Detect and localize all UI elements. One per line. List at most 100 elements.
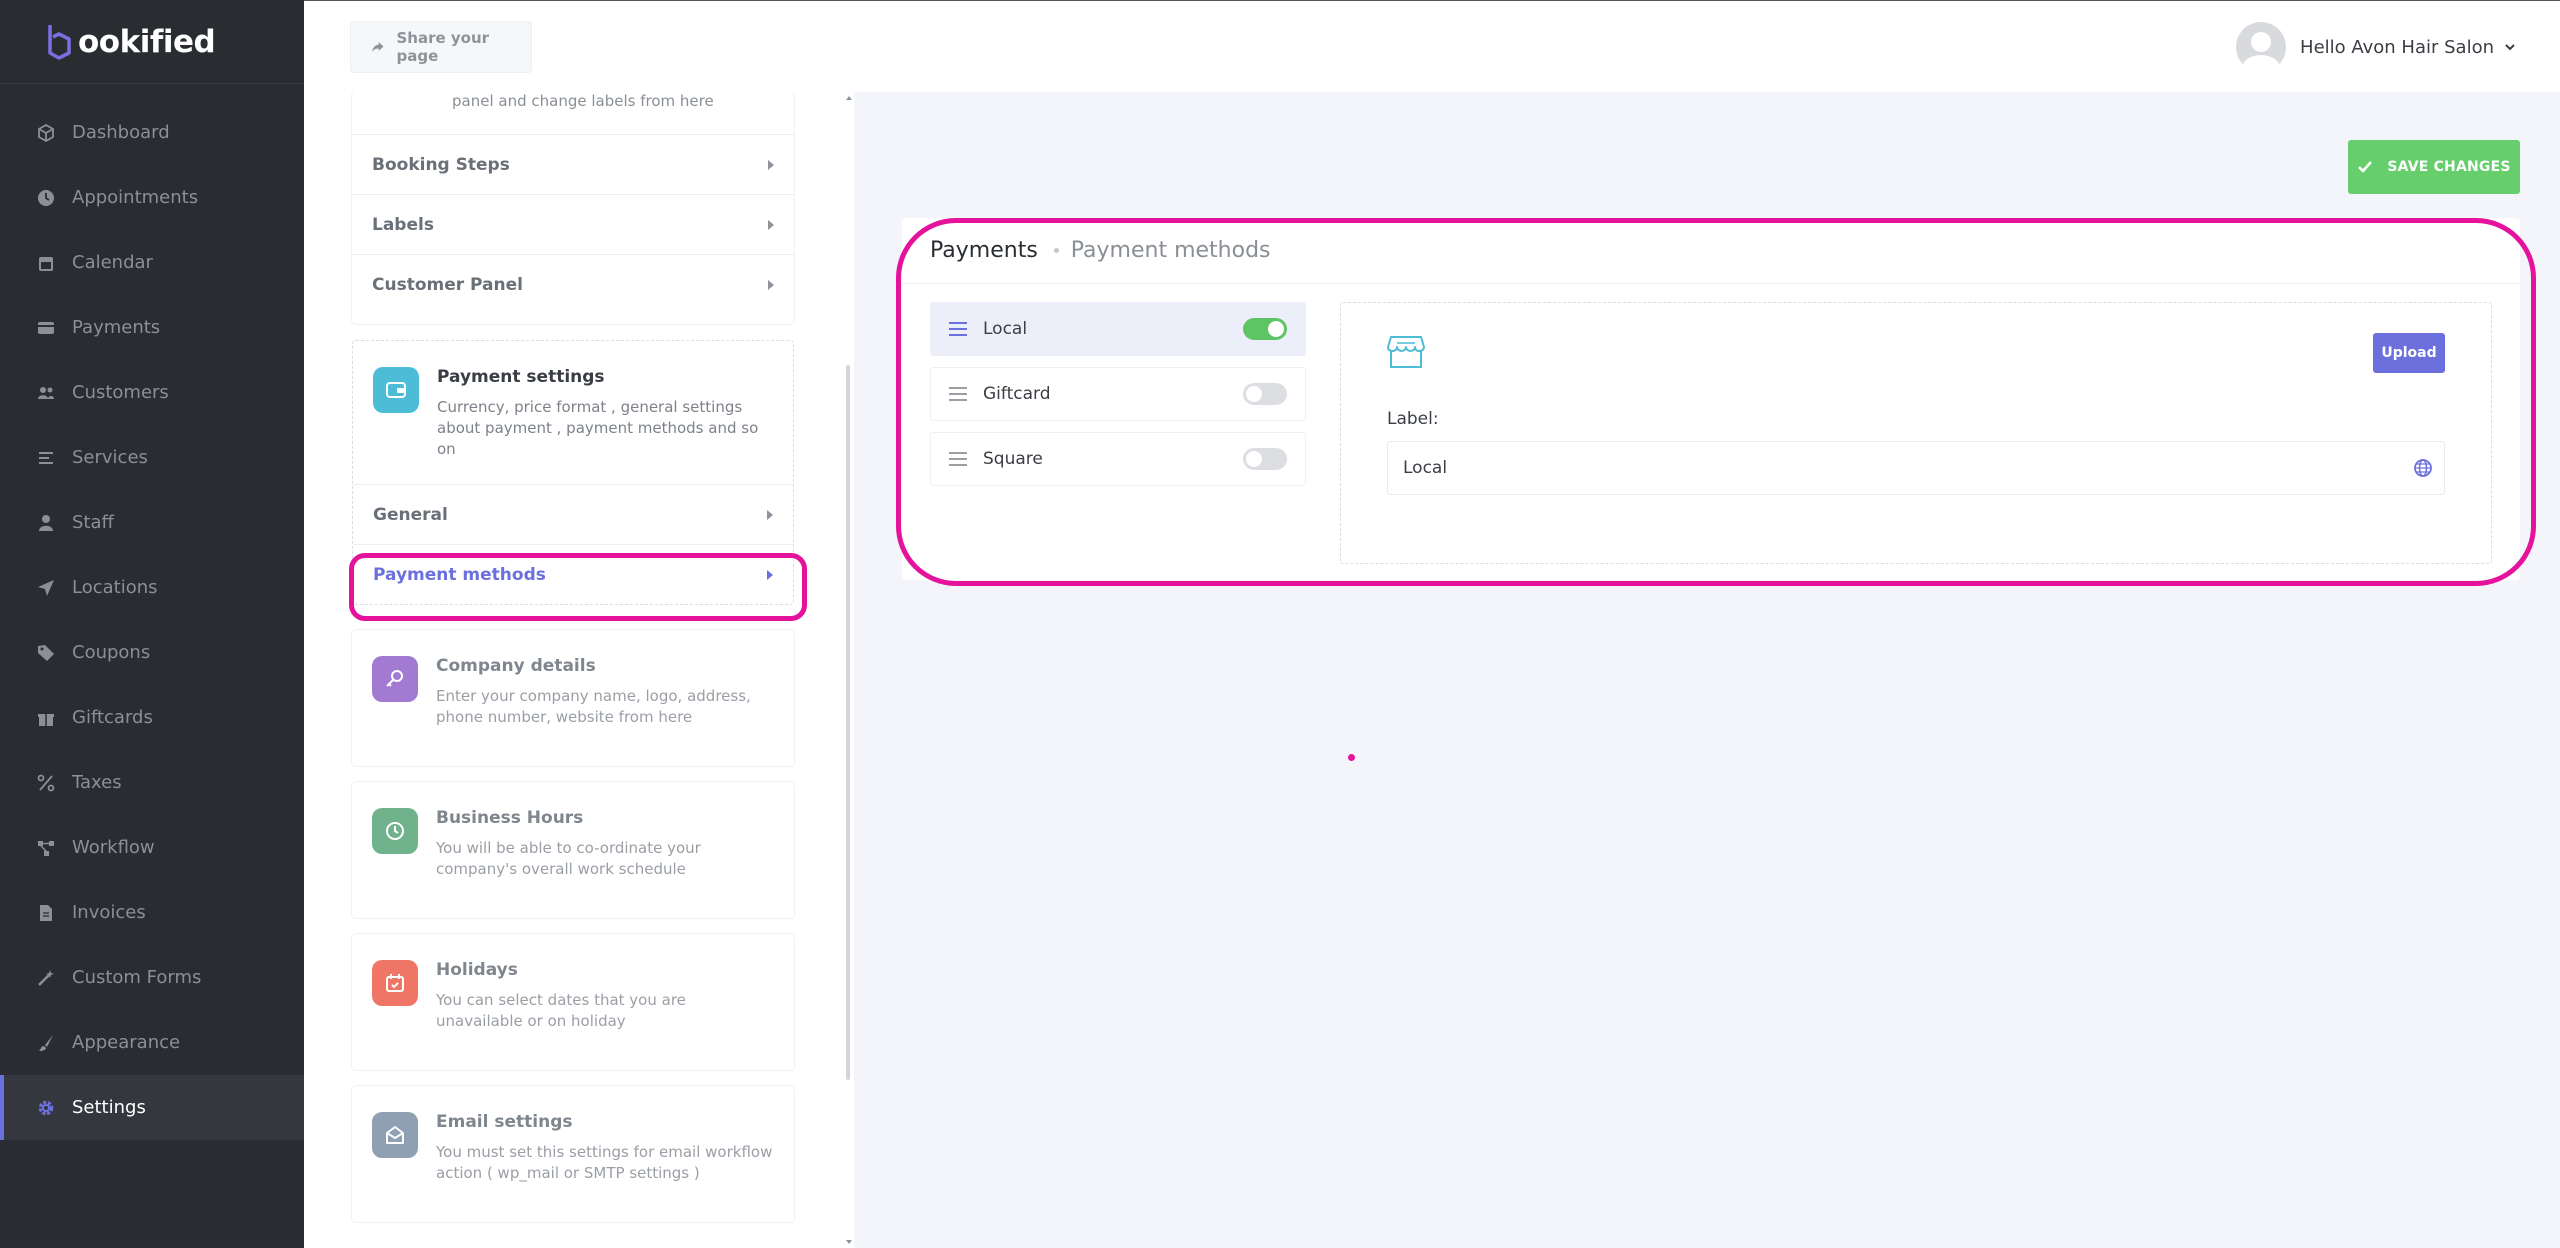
- sidebar-item-label: Workflow: [72, 837, 155, 858]
- email-settings-title: Email settings: [436, 1112, 573, 1132]
- menu-item-customer-panel[interactable]: Customer Panel: [352, 254, 794, 314]
- sidebar-item-label: Locations: [72, 577, 158, 598]
- holidays-desc: You can select dates that you are unavai…: [436, 991, 686, 1030]
- app-logo[interactable]: ookified: [0, 0, 304, 84]
- gear-icon: [37, 1099, 55, 1117]
- menu-item-label: Labels: [372, 214, 434, 235]
- users-icon: [37, 384, 55, 402]
- business-hours-card[interactable]: Business Hours You will be able to co-or…: [352, 782, 794, 918]
- menu-scrollbar-thumb[interactable]: [846, 365, 850, 1080]
- payment-method-giftcard[interactable]: Giftcard: [930, 367, 1306, 421]
- sidebar-item-dashboard[interactable]: Dashboard: [0, 100, 304, 165]
- menu-item-labels[interactable]: Labels: [352, 194, 794, 254]
- menu-item-booking-steps[interactable]: Booking Steps: [352, 134, 794, 194]
- globe-icon[interactable]: [2413, 458, 2433, 478]
- sidebar-item-staff[interactable]: Staff: [0, 490, 304, 555]
- sidebar-item-label: Giftcards: [72, 707, 153, 728]
- holidays-card[interactable]: Holidays You can select dates that you a…: [352, 934, 794, 1070]
- avatar: [2236, 22, 2287, 72]
- label-input[interactable]: [1387, 441, 2445, 495]
- company-details-desc: Enter your company name, logo, address, …: [436, 687, 751, 726]
- envelope-open-icon: [372, 1112, 418, 1158]
- magic-wand-icon: [37, 969, 55, 987]
- label-caption: Label:: [1387, 409, 1439, 429]
- payment-method-detail: Upload Label:: [1340, 302, 2492, 564]
- appearance-card: panel and change labels from here Bookin…: [352, 92, 794, 324]
- logo-icon: [48, 24, 71, 60]
- drag-handle-icon[interactable]: [949, 322, 967, 336]
- sidebar-item-calendar[interactable]: Calendar: [0, 230, 304, 295]
- sidebar-item-giftcards[interactable]: Giftcards: [0, 685, 304, 750]
- cursor-dot: [1348, 754, 1355, 761]
- share-page-button[interactable]: Share your page: [350, 21, 532, 73]
- sidebar: ookified Dashboard Appointments Calendar Pa…: [0, 0, 304, 1248]
- sidebar-item-appointments[interactable]: Appointments: [0, 165, 304, 230]
- payment-method-toggle[interactable]: [1243, 318, 1287, 340]
- appearance-card-desc: panel and change labels from here: [452, 92, 714, 110]
- scroll-up-icon[interactable]: [845, 95, 853, 101]
- sidebar-item-locations[interactable]: Locations: [0, 555, 304, 620]
- drag-handle-icon[interactable]: [949, 387, 967, 401]
- payment-methods-list: Local Giftcard Square: [930, 302, 1306, 497]
- menu-item-general[interactable]: General: [353, 484, 793, 544]
- drag-handle-icon[interactable]: [949, 452, 967, 466]
- topbar: Share your page Hello Avon Hair Salon: [304, 0, 2560, 92]
- clock-icon: [372, 808, 418, 854]
- menu-item-label: Payment methods: [373, 564, 546, 585]
- sidebar-item-label: Staff: [72, 512, 114, 533]
- tag-icon: [37, 644, 55, 662]
- sidebar-item-taxes[interactable]: Taxes: [0, 750, 304, 815]
- menu-item-label: Booking Steps: [372, 154, 510, 175]
- sidebar-item-services[interactable]: Services: [0, 425, 304, 490]
- save-changes-button[interactable]: SAVE CHANGES: [2348, 140, 2520, 194]
- sidebar-item-customers[interactable]: Customers: [0, 360, 304, 425]
- logo-text: ookified: [78, 23, 216, 60]
- email-settings-card[interactable]: Email settings You must set this setting…: [352, 1086, 794, 1222]
- caret-right-icon: [768, 159, 774, 170]
- company-details-title: Company details: [436, 656, 596, 676]
- chevron-down-icon: [2505, 44, 2515, 51]
- gift-icon: [37, 709, 55, 727]
- payment-settings-header[interactable]: Payment settings Currency, price format …: [373, 367, 773, 460]
- holidays-title: Holidays: [436, 960, 518, 980]
- breadcrumb-subtitle: Payment methods: [1070, 238, 1271, 263]
- caret-right-icon: [767, 569, 773, 580]
- share-icon: [371, 42, 384, 53]
- payment-method-toggle[interactable]: [1243, 383, 1287, 405]
- payment-method-local[interactable]: Local: [930, 302, 1306, 356]
- sidebar-item-label: Coupons: [72, 642, 151, 663]
- credit-card-icon: [37, 319, 55, 337]
- business-hours-title: Business Hours: [436, 808, 584, 828]
- location-arrow-icon: [37, 579, 55, 597]
- sidebar-item-coupons[interactable]: Coupons: [0, 620, 304, 685]
- sidebar-item-settings[interactable]: Settings: [0, 1075, 304, 1140]
- menu-item-payment-methods[interactable]: Payment methods: [353, 544, 793, 604]
- caret-right-icon: [768, 279, 774, 290]
- check-icon: [2358, 161, 2373, 173]
- breadcrumb: Payments Payment methods: [902, 218, 2520, 284]
- store-icon[interactable]: [1387, 335, 1425, 369]
- sidebar-item-payments[interactable]: Payments: [0, 295, 304, 360]
- payment-method-label: Giftcard: [983, 384, 1051, 404]
- sidebar-item-label: Dashboard: [72, 122, 170, 143]
- payment-settings-desc: Currency, price format , general setting…: [437, 398, 759, 458]
- upload-button[interactable]: Upload: [2373, 333, 2445, 373]
- payment-method-toggle[interactable]: [1243, 448, 1287, 470]
- workflow-icon: [37, 839, 55, 857]
- wallet-icon: [373, 367, 419, 413]
- caret-right-icon: [767, 509, 773, 520]
- sidebar-item-appearance[interactable]: Appearance: [0, 1010, 304, 1075]
- scroll-down-icon[interactable]: [845, 1239, 853, 1245]
- sidebar-item-label: Payments: [72, 317, 161, 338]
- user-menu[interactable]: Hello Avon Hair Salon: [2236, 21, 2516, 73]
- user-icon: [37, 514, 55, 532]
- share-page-label: Share your page: [396, 29, 490, 65]
- breadcrumb-title: Payments: [930, 238, 1038, 263]
- sidebar-item-workflow[interactable]: Workflow: [0, 815, 304, 880]
- sidebar-item-invoices[interactable]: Invoices: [0, 880, 304, 945]
- sidebar-item-custom-forms[interactable]: Custom Forms: [0, 945, 304, 1010]
- company-details-card[interactable]: Company details Enter your company name,…: [352, 630, 794, 766]
- payment-method-square[interactable]: Square: [930, 432, 1306, 486]
- list-icon: [37, 449, 55, 467]
- business-hours-desc: You will be able to co-ordinate your com…: [436, 839, 701, 878]
